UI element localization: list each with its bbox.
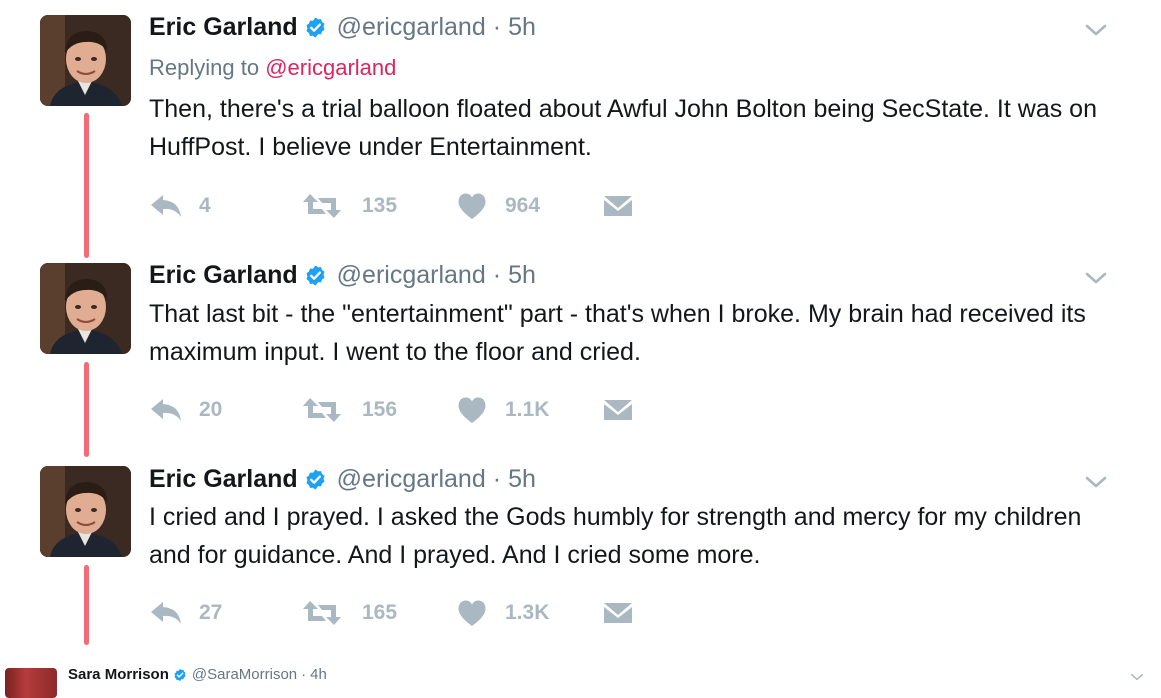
author-name[interactable]: Sara Morrison: [68, 666, 169, 683]
verified-badge-icon: [306, 468, 325, 490]
retweet-count: 135: [362, 194, 398, 217]
retweet-count: 156: [362, 398, 398, 421]
tweet-header: Sara Morrison @SaraMorrison · 4h: [68, 666, 327, 683]
verified-badge-icon: [306, 16, 325, 38]
like-button[interactable]: 1.1K: [457, 395, 549, 425]
reply-count: 4: [199, 194, 211, 217]
retweet-button[interactable]: 135: [302, 191, 397, 221]
thread-line: [84, 113, 89, 258]
replying-handle-link[interactable]: @ericgarland: [265, 55, 396, 80]
reply-icon: [151, 602, 181, 624]
timestamp[interactable]: 5h: [508, 261, 536, 290]
reply-count: 27: [199, 601, 223, 624]
avatar[interactable]: [40, 263, 131, 354]
tweet[interactable]: Eric Garland @ericgarland · 5h I cried a…: [0, 457, 1161, 647]
chevron-down-icon[interactable]: [1130, 672, 1144, 682]
separator-dot: ·: [301, 666, 307, 683]
like-button[interactable]: 1.3K: [457, 598, 549, 628]
avatar[interactable]: [40, 15, 131, 106]
retweet-icon: [303, 194, 341, 218]
reply-icon: [151, 399, 181, 421]
tweet[interactable]: Sara Morrison @SaraMorrison · 4h: [0, 660, 1161, 698]
chevron-down-icon[interactable]: [1084, 474, 1108, 490]
avatar[interactable]: [5, 668, 57, 698]
envelope-icon: [604, 196, 632, 216]
retweet-count: 165: [362, 601, 398, 624]
timestamp[interactable]: 4h: [310, 666, 327, 683]
retweet-button[interactable]: 165: [302, 598, 397, 628]
avatar[interactable]: [40, 466, 131, 557]
reply-button[interactable]: 20: [149, 395, 222, 425]
tweet[interactable]: Eric Garland @ericgarland · 5h Replying …: [0, 0, 1161, 258]
timestamp[interactable]: 5h: [508, 13, 536, 42]
tweet[interactable]: Eric Garland @ericgarland · 5h That last…: [0, 252, 1161, 457]
retweet-icon: [303, 398, 341, 422]
reply-button[interactable]: 27: [149, 598, 222, 628]
retweet-button[interactable]: 156: [302, 395, 397, 425]
chevron-down-icon[interactable]: [1084, 270, 1108, 286]
author-name[interactable]: Eric Garland: [149, 13, 298, 42]
envelope-icon: [604, 400, 632, 420]
tweet-header: Eric Garland @ericgarland · 5h: [149, 258, 536, 292]
author-name[interactable]: Eric Garland: [149, 465, 298, 494]
reply-button[interactable]: 4: [149, 191, 211, 221]
author-name[interactable]: Eric Garland: [149, 261, 298, 290]
separator-dot: ·: [492, 260, 502, 289]
tweet-text: Then, there's a trial balloon floated ab…: [149, 95, 1097, 161]
verified-badge-icon: [174, 668, 186, 681]
like-count: 964: [505, 194, 541, 217]
like-button[interactable]: 964: [457, 191, 540, 221]
replying-label: Replying to: [149, 55, 260, 80]
replying-to: Replying to @ericgarland: [149, 55, 396, 81]
direct-message-button[interactable]: [603, 598, 633, 628]
author-handle[interactable]: @SaraMorrison: [192, 666, 297, 683]
envelope-icon: [604, 603, 632, 623]
tweet-header: Eric Garland @ericgarland · 5h: [149, 462, 536, 496]
heart-icon: [458, 600, 486, 626]
heart-icon: [458, 193, 486, 219]
reply-icon: [151, 195, 181, 217]
like-count: 1.3K: [505, 601, 550, 624]
author-handle[interactable]: @ericgarland: [337, 465, 486, 494]
chevron-down-icon[interactable]: [1084, 22, 1108, 38]
author-handle[interactable]: @ericgarland: [337, 261, 486, 290]
verified-badge-icon: [306, 264, 325, 286]
thread-line: [84, 362, 89, 457]
direct-message-button[interactable]: [603, 191, 633, 221]
separator-dot: ·: [492, 464, 502, 493]
tweet-text: I cried and I prayed. I asked the Gods h…: [149, 503, 1082, 569]
reply-count: 20: [199, 398, 223, 421]
tweet-text: That last bit - the "entertainment" part…: [149, 300, 1086, 366]
separator-dot: ·: [492, 12, 502, 41]
timestamp[interactable]: 5h: [508, 465, 536, 494]
retweet-icon: [303, 601, 341, 625]
author-handle[interactable]: @ericgarland: [337, 13, 486, 42]
tweet-header: Eric Garland @ericgarland · 5h: [149, 10, 536, 44]
direct-message-button[interactable]: [603, 395, 633, 425]
heart-icon: [458, 397, 486, 423]
thread-line: [84, 565, 89, 645]
like-count: 1.1K: [505, 398, 550, 421]
